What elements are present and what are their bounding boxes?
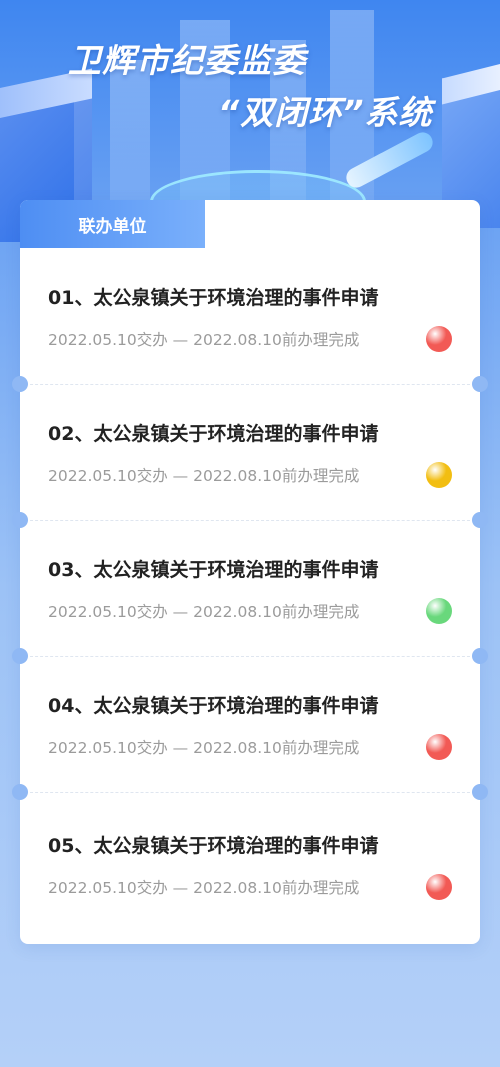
event-list-card: 联办单位 01、太公泉镇关于环境治理的事件申请 2022.05.10交办 — 20… <box>12 200 488 944</box>
event-title[interactable]: 01、太公泉镇关于环境治理的事件申请 <box>48 283 378 310</box>
divider-notch-left <box>12 784 28 800</box>
item-divider <box>20 384 480 385</box>
page-title-line1: 卫辉市纪委监委 <box>68 41 306 80</box>
event-deadline: 2022.05.10交办 — 2022.08.10前办理完成 <box>48 603 360 621</box>
event-deadline: 2022.05.10交办 — 2022.08.10前办理完成 <box>48 467 360 485</box>
item-divider <box>20 520 480 521</box>
event-title[interactable]: 05、太公泉镇关于环境治理的事件申请 <box>48 831 378 858</box>
event-title[interactable]: 04、太公泉镇关于环境治理的事件申请 <box>48 691 378 718</box>
status-indicator-yellow <box>426 462 452 488</box>
divider-notch-left <box>12 648 28 664</box>
event-title[interactable]: 03、太公泉镇关于环境治理的事件申请 <box>48 555 378 582</box>
event-deadline: 2022.05.10交办 — 2022.08.10前办理完成 <box>48 879 360 897</box>
item-divider <box>20 792 480 793</box>
event-title[interactable]: 02、太公泉镇关于环境治理的事件申请 <box>48 419 378 446</box>
event-deadline: 2022.05.10交办 — 2022.08.10前办理完成 <box>48 331 360 349</box>
page-title-line2: “双闭环”系统 <box>218 93 433 132</box>
status-indicator-green <box>426 598 452 624</box>
divider-notch-right <box>472 512 488 528</box>
event-deadline: 2022.05.10交办 — 2022.08.10前办理完成 <box>48 739 360 757</box>
divider-notch-right <box>472 376 488 392</box>
divider-notch-right <box>472 648 488 664</box>
status-indicator-red <box>426 734 452 760</box>
divider-notch-left <box>12 376 28 392</box>
status-indicator-red <box>426 326 452 352</box>
item-divider <box>20 656 480 657</box>
divider-notch-right <box>472 784 488 800</box>
section-tag: 联办单位 <box>20 200 205 248</box>
status-indicator-red <box>426 874 452 900</box>
divider-notch-left <box>12 512 28 528</box>
